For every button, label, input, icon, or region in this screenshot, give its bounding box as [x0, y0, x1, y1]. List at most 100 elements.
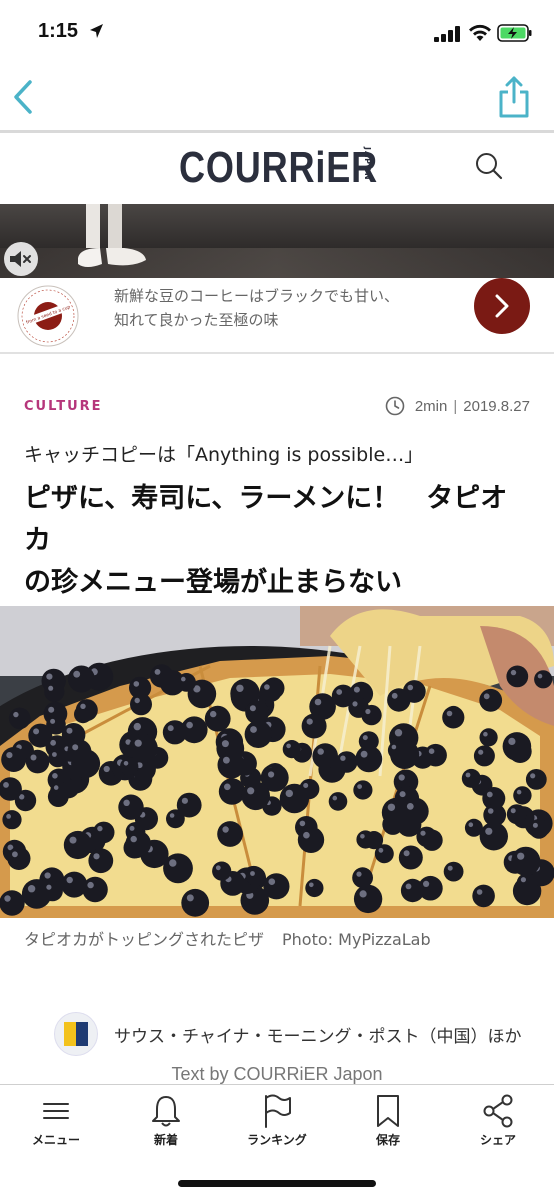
tapioca-pearl	[416, 826, 437, 847]
tapioca-pearl-highlight	[134, 697, 140, 704]
tapioca-pearl-highlight	[403, 850, 410, 857]
tapioca-pearl-highlight	[236, 684, 244, 692]
tapioca-pearl-highlight	[516, 789, 522, 795]
tapioca-pearl-highlight	[133, 681, 140, 687]
ad-next-button[interactable]	[474, 278, 530, 334]
back-chevron-icon[interactable]	[10, 78, 36, 116]
tapioca-pearl-highlight	[532, 822, 538, 828]
tapioca-pearl	[479, 688, 503, 712]
tapioca-pearl-highlight	[537, 673, 543, 679]
tapioca-pearl-highlight	[483, 693, 490, 700]
ad-copy-line1: 新鮮な豆のコーヒーはブラックでも甘い、	[114, 287, 400, 305]
search-icon[interactable]	[474, 151, 504, 181]
caption-text: タピオカがトッピングされたピザ	[24, 930, 265, 949]
tapioca-pearl-highlight	[268, 771, 275, 778]
tapioca-pearl-highlight	[30, 754, 37, 761]
tab-ranking[interactable]: ランキング	[232, 1093, 322, 1148]
tapioca-pearl-highlight	[314, 698, 322, 706]
tapioca-pearl-highlight	[6, 752, 13, 759]
clock-icon	[385, 396, 405, 416]
tapioca-pearl	[282, 740, 301, 759]
share-nodes-icon	[483, 1094, 513, 1128]
tapioca-pearl	[204, 705, 231, 732]
top-nav	[0, 66, 554, 130]
tapioca-pearl	[398, 845, 423, 870]
tab-share[interactable]: シェア	[453, 1093, 543, 1148]
tapioca-pearl-highlight	[247, 787, 255, 795]
tapioca-pearl-highlight	[33, 728, 40, 735]
tapioca-pearl-highlight	[27, 885, 36, 893]
article-meta: 2min | 2019.8.27	[385, 396, 530, 416]
source-name: サウス・チャイナ・モーニング・ポスト（中国）ほか	[114, 1026, 522, 1047]
source-row[interactable]: サウス・チャイナ・モーニング・ポスト（中国）ほか	[54, 1012, 522, 1056]
tapioca-pearl	[218, 778, 246, 805]
tapioca-pearl	[502, 732, 532, 761]
tab-ranking-label: ランキング	[247, 1133, 307, 1147]
tapioca-pearl	[464, 818, 483, 837]
tapioca-pearl-highlight	[73, 670, 81, 678]
tapioca-pearl-highlight	[72, 744, 79, 751]
tapioca-pearl-highlight	[510, 669, 517, 676]
ad-video[interactable]	[0, 204, 554, 278]
tapioca-pearl	[7, 846, 31, 870]
mute-button[interactable]	[4, 242, 38, 276]
tapioca-pearl-highlight	[134, 739, 142, 747]
tapioca-pearl-highlight	[222, 826, 229, 833]
tapioca-pearl-highlight	[406, 803, 414, 810]
tapioca-pearl-highlight	[423, 880, 430, 887]
tapioca-pearl	[401, 797, 429, 825]
tapioca-pearl	[177, 673, 196, 692]
tapioca-pearl	[361, 704, 382, 726]
category-label[interactable]: CULTURE	[24, 399, 103, 414]
tapioca-pearl	[461, 768, 481, 788]
tapioca-pearl-highlight	[69, 836, 77, 844]
tab-menu[interactable]: メニュー	[11, 1093, 101, 1148]
tapioca-pearl-highlight	[130, 835, 137, 843]
flag-icon	[265, 1094, 291, 1128]
tapioca-pearl	[534, 670, 553, 689]
location-arrow-icon	[90, 24, 103, 38]
tapioca-pearl-highlight	[215, 865, 221, 871]
tapioca-pearl-highlight	[186, 721, 193, 729]
tapioca-pearl-highlight	[485, 827, 493, 835]
site-header: COURRiER JAPON	[0, 133, 554, 203]
tapioca-pearl-highlight	[80, 703, 86, 709]
status-bar: 1:15	[0, 0, 554, 66]
tapioca-pearl	[217, 821, 244, 847]
tapioca-pearl-highlight	[357, 784, 362, 789]
tapioca-pearl-highlight	[508, 737, 516, 745]
tab-saved-label: 保存	[375, 1133, 400, 1147]
tapioca-pearl-highlight	[4, 895, 11, 902]
tapioca-pearl-highlight	[66, 876, 73, 884]
meta-separator: |	[453, 397, 458, 415]
tapioca-pearl-highlight	[476, 889, 483, 895]
tapioca-pearl-highlight	[428, 748, 435, 754]
tapioca-pearl-highlight	[336, 689, 343, 695]
tapioca-pearl-highlight	[169, 813, 175, 818]
tapioca-pearl-highlight	[407, 684, 414, 691]
tapioca-pearl	[63, 830, 92, 860]
tapioca-pearl	[50, 781, 69, 800]
tapioca-pearl-highlight	[478, 749, 484, 755]
courrier-logo[interactable]: COURRiER JAPON	[179, 143, 422, 193]
share-upload-icon[interactable]	[498, 76, 530, 118]
tapioca-pearl	[166, 809, 185, 829]
tapioca-pearl-highlight	[360, 750, 368, 758]
tab-new[interactable]: 新着	[121, 1093, 211, 1148]
tapioca-pearl-highlight	[129, 825, 135, 831]
tab-new-label: 新着	[153, 1133, 178, 1147]
tapioca-pearl-highlight	[306, 718, 313, 725]
tapioca-pearl	[42, 880, 63, 902]
ad-banner[interactable]: from a seed to a cup 新鮮な豆のコーヒーはブラックでも甘い、…	[0, 278, 554, 354]
tab-saved[interactable]: 保存	[343, 1093, 433, 1148]
tapioca-pearl	[162, 720, 187, 745]
tapioca-pearl	[259, 679, 282, 702]
tapioca-pearl-highlight	[446, 710, 453, 717]
newspaper-logo-icon	[64, 1022, 88, 1046]
tapioca-pearl-highlight	[6, 814, 11, 819]
ad-copy-line2: 知れて良かった至極の味	[114, 311, 279, 329]
logo-text: COURRiER	[179, 143, 379, 192]
tapioca-pearl	[130, 693, 152, 716]
tapioca-pearl	[8, 707, 31, 730]
tapioca-pearl	[387, 741, 407, 760]
